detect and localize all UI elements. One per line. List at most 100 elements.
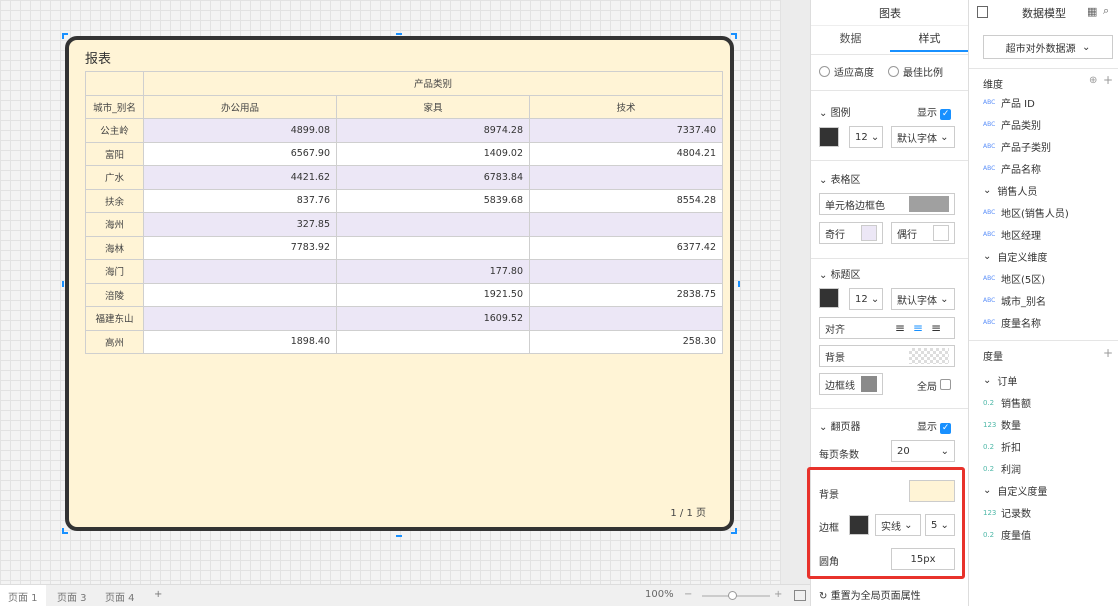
table-row: 高州 1898.40 258.30 — [85, 329, 723, 354]
resize-handle[interactable] — [62, 528, 68, 534]
dimension-header: 维度 — [983, 80, 1003, 91]
add-dimension-icon[interactable]: + — [1103, 73, 1113, 87]
tab-data[interactable]: 数据 — [811, 30, 890, 52]
city-cell: 公主岭 — [85, 118, 144, 143]
add-measure-icon[interactable]: + — [1103, 346, 1113, 360]
measure-item[interactable]: 0.2 折扣 — [983, 439, 1021, 455]
pager[interactable]: 1 / 1 页 — [670, 504, 706, 519]
table-row: 广水 4421.62 6783.84 — [85, 165, 723, 190]
value-cell — [336, 212, 530, 237]
tab-page-3[interactable]: 页面 3 — [57, 589, 87, 604]
table-row: 扶余 837.76 5839.68 8554.28 — [85, 188, 723, 213]
legend-font-size[interactable]: 12 ⌄ — [849, 126, 883, 148]
legend-font[interactable]: 默认字体 ⌄ — [891, 126, 955, 148]
per-page-select[interactable]: 20 ⌄ — [891, 440, 955, 462]
global-option[interactable]: 全局 — [917, 378, 952, 393]
section-legend[interactable]: ⌄ 图例 — [819, 104, 851, 119]
measure-folder[interactable]: ⌄ 订单 — [983, 373, 1017, 388]
radio-best-ratio[interactable] — [888, 66, 899, 77]
title-align[interactable]: 对齐 ≡≡≡ — [819, 317, 955, 339]
zoom-in-icon[interactable]: + — [774, 589, 782, 600]
radius-input[interactable]: 15px — [891, 548, 955, 570]
zoom-out-icon[interactable]: − — [684, 589, 692, 600]
dimension-folder[interactable]: ⌄ 自定义维度 — [983, 249, 1047, 264]
resize-handle[interactable] — [731, 33, 737, 39]
city-cell: 海林 — [85, 235, 144, 260]
pager-show[interactable]: 显示 ✓ — [917, 418, 952, 434]
zoom-slider-handle[interactable] — [728, 591, 737, 600]
dimension-item[interactable]: ABC 产品子类别 — [983, 139, 1051, 154]
border-color-swatch[interactable] — [849, 515, 869, 535]
dimension-item[interactable]: ABC 产品 ID — [983, 95, 1035, 110]
value-cell: 258.30 — [529, 329, 723, 354]
measure-folder[interactable]: ⌄ 自定义度量 — [983, 483, 1047, 498]
dimension-folder[interactable]: ⌄ 销售人员 — [983, 183, 1037, 198]
align-right-icon: ≡ — [930, 321, 949, 335]
value-cell: 6567.90 — [143, 141, 337, 166]
title-background[interactable]: 背景 — [819, 345, 955, 367]
number-type-icon: 123 — [983, 420, 997, 429]
table-row: 海门 177.80 — [85, 259, 723, 284]
section-pager[interactable]: ⌄ 翻页器 — [819, 418, 861, 433]
text-type-icon: ABC — [983, 121, 996, 128]
measure-item[interactable]: 0.2 销售额 — [983, 395, 1031, 411]
report-widget[interactable]: 报表 产品类别 城市_别名 办公用品 家具 技术 公主岭 4899.08 8974.28 733… — [65, 36, 734, 531]
globe-icon[interactable]: ⊕ — [1089, 75, 1097, 86]
measure-item[interactable]: 0.2 利润 — [983, 461, 1021, 477]
table-row: 公主岭 4899.08 8974.28 7337.40 — [85, 118, 723, 143]
table-row: 富阳 6567.90 1409.02 4804.21 — [85, 141, 723, 166]
measure-item[interactable]: 0.2 度量值 — [983, 527, 1031, 543]
dimension-item[interactable]: ABC 城市_别名 — [983, 293, 1046, 308]
canvas-area: 报表 产品类别 城市_别名 办公用品 家具 技术 公主岭 4899.08 8974.28 733… — [0, 0, 781, 584]
reset-button[interactable]: ↻ 重置为全局页面属性 — [819, 587, 921, 602]
value-cell: 4804.21 — [529, 141, 723, 166]
section-title-area[interactable]: ⌄ 标题区 — [819, 266, 861, 281]
cell-border-color[interactable]: 单元格边框色 — [819, 193, 955, 215]
add-page-button[interactable]: + — [154, 589, 162, 600]
table-icon[interactable]: ▦ — [1087, 5, 1097, 18]
odd-row-color[interactable]: 奇行 — [819, 222, 883, 244]
search-icon[interactable]: ⌕ — [1103, 4, 1109, 18]
value-cell: 327.85 — [143, 212, 337, 237]
chevron-down-icon: ⌄ — [983, 485, 992, 496]
border-label: 边框 — [819, 523, 839, 534]
tab-page-1[interactable]: 页面 1 — [0, 585, 46, 606]
number-type-icon: 0.2 — [983, 442, 995, 451]
value-cell: 7783.92 — [143, 235, 337, 260]
title-border-line[interactable]: 边框线 — [819, 373, 883, 395]
value-cell: 6377.42 — [529, 235, 723, 260]
dimension-item[interactable]: ABC 地区(销售人员) — [983, 205, 1069, 220]
resize-handle[interactable] — [396, 531, 402, 537]
measure-item[interactable]: 123 记录数 — [983, 505, 1031, 521]
table-row: 海林 7783.92 6377.42 — [85, 235, 723, 260]
resize-handle[interactable] — [62, 33, 68, 39]
dimension-item[interactable]: ABC 地区经理 — [983, 227, 1041, 242]
tab-page-4[interactable]: 页面 4 — [105, 589, 135, 604]
fit-screen-icon[interactable] — [794, 590, 806, 601]
title-font[interactable]: 默认字体 ⌄ — [891, 288, 955, 310]
dimension-item[interactable]: ABC 产品类别 — [983, 117, 1041, 132]
legend-show[interactable]: 显示 ✓ — [917, 104, 952, 120]
dimension-item[interactable]: ABC 产品名称 — [983, 161, 1041, 176]
section-table-area[interactable]: ⌄ 表格区 — [819, 171, 861, 186]
resize-handle[interactable] — [396, 33, 402, 39]
resize-handle[interactable] — [731, 528, 737, 534]
even-row-color[interactable]: 偶行 — [891, 222, 955, 244]
title-font-size[interactable]: 12 ⌄ — [849, 288, 883, 310]
value-cell — [143, 306, 337, 331]
measure-item[interactable]: 123 数量 — [983, 417, 1021, 433]
border-width-select[interactable]: 5 ⌄ — [925, 514, 955, 536]
legend-color-swatch[interactable] — [819, 127, 839, 147]
value-cell — [336, 329, 530, 354]
background-color-picker[interactable] — [909, 480, 955, 502]
title-color-swatch[interactable] — [819, 288, 839, 308]
border-style-select[interactable]: 实线 ⌄ — [875, 514, 921, 536]
resize-handle[interactable] — [62, 281, 68, 287]
dimension-item[interactable]: ABC 度量名称 — [983, 315, 1041, 330]
datasource-select[interactable]: 超市对外数据源 ⌄ — [983, 35, 1113, 59]
row-header: 城市_别名 — [85, 94, 144, 119]
tab-style[interactable]: 样式 — [890, 30, 969, 52]
dimension-item[interactable]: ABC 地区(5区) — [983, 271, 1045, 286]
resize-handle[interactable] — [734, 281, 740, 287]
radio-fit-height[interactable] — [819, 66, 830, 77]
